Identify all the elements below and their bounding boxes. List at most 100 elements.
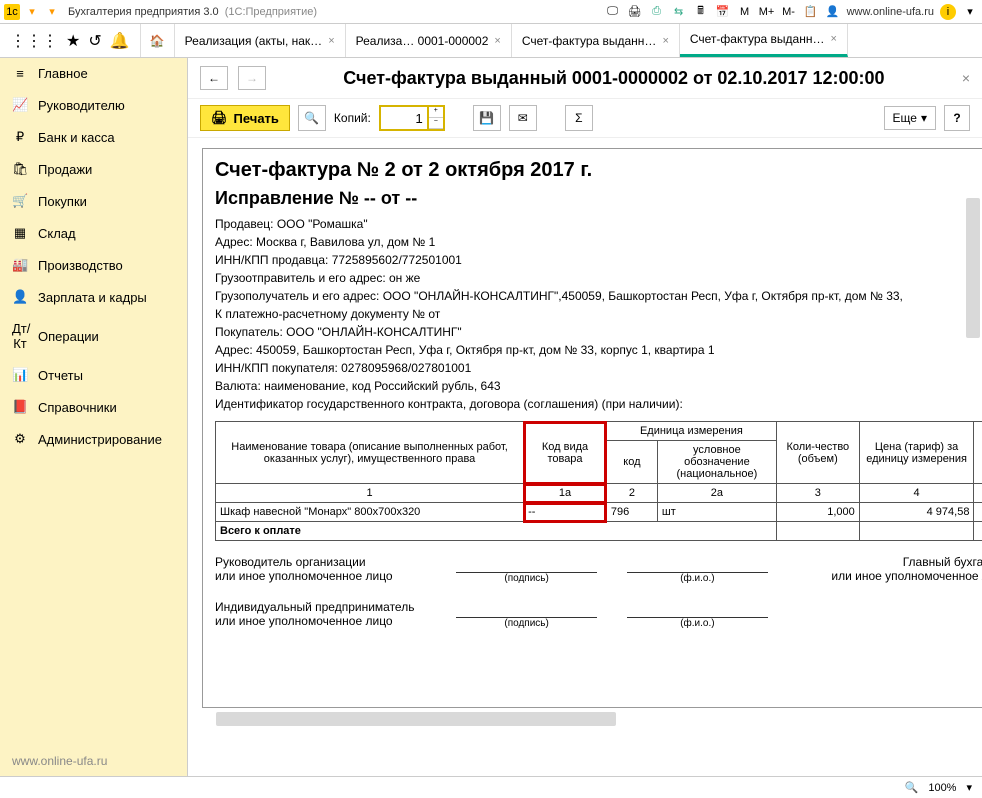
forward-button[interactable]: →	[238, 66, 266, 90]
signature-block: Руководитель организацииили иное уполном…	[215, 555, 982, 629]
print-icon[interactable]: 🖨	[627, 4, 643, 20]
doc-title: Счет-фактура выданный 0001-0000002 от 02…	[276, 68, 952, 89]
doc-line: Грузоотправитель и его адрес: он же	[215, 269, 982, 287]
cell-blank	[974, 503, 982, 522]
save-icon[interactable]: ⎙	[649, 4, 665, 20]
sidebar-item[interactable]: 🏭Производство	[0, 249, 187, 281]
sig-line	[456, 559, 597, 573]
fio-line2	[627, 604, 768, 618]
mminus-icon[interactable]: M-	[781, 4, 797, 20]
app-logo-icon: 1c	[4, 4, 20, 20]
star-icon[interactable]: ★	[66, 31, 80, 51]
zoom-dropdown-icon[interactable]: ▾	[966, 781, 972, 794]
sig-line2	[456, 604, 597, 618]
sidebar: ≡Главное📈Руководителю₽Банк и касса 🛍 Прода…	[0, 58, 188, 776]
sidebar-label: Операции	[38, 329, 99, 344]
sidebar-item[interactable]: ≡Главное	[0, 58, 187, 89]
user-icon[interactable]: 👤	[825, 4, 841, 20]
total-label: Всего к оплате	[216, 522, 777, 541]
compare-icon[interactable]: ⇆	[671, 4, 687, 20]
table-row: Шкаф навесной "Монарх" 800x700x320 -- 79…	[216, 503, 982, 522]
invoice-heading: Счет-фактура № 2 от 2 октября 2017 г.	[215, 159, 982, 182]
printer-icon: 🖨	[211, 110, 228, 126]
bell-icon[interactable]: 🔔	[110, 31, 130, 51]
sidebar-label: Руководителю	[38, 98, 125, 113]
sidebar-item[interactable]: ₽Банк и касса	[0, 121, 187, 153]
colnum-2: 2	[606, 484, 657, 503]
close-doc-button[interactable]: ×	[962, 70, 970, 86]
fio-sub2: (ф.и.о.)	[627, 618, 768, 629]
help-button[interactable]: ?	[944, 105, 970, 131]
more-button[interactable]: Еще▾	[884, 106, 936, 130]
sidebar-label: Зарплата и кадры	[38, 290, 147, 305]
preview-icon[interactable]: 🖵	[605, 4, 621, 20]
tab-close-icon[interactable]: ×	[494, 35, 500, 47]
tab[interactable]: Реализа… 0001-000002 ×	[346, 24, 512, 57]
th-unitcode: код	[606, 441, 657, 484]
calendar-icon[interactable]: 📅	[715, 4, 731, 20]
print-button[interactable]: 🖨 Печать	[200, 105, 290, 131]
tab-close-icon[interactable]: ×	[662, 35, 668, 47]
sidebar-item[interactable]: ⚙Администрирование	[0, 423, 187, 455]
info-icon[interactable]: i	[940, 4, 956, 20]
tab-label: Счет-фактура выданн…	[690, 32, 825, 46]
copies-input[interactable]	[379, 105, 429, 131]
sidebar-item[interactable]: 🛍 Продажи	[0, 153, 187, 185]
info-dropdown-icon[interactable]: ▾	[962, 4, 978, 20]
sidebar-item[interactable]: Дт/КтОперации	[0, 313, 187, 359]
sidebar-label: Банк и касса	[38, 130, 115, 145]
sidebar-icon: 👤	[12, 289, 28, 305]
sidebar-label: Справочники	[38, 400, 117, 415]
colnum-3: 3	[776, 484, 859, 503]
sidebar-item[interactable]: ▦Склад	[0, 217, 187, 249]
home-button[interactable]: 🏠	[141, 24, 175, 57]
tab[interactable]: Счет-фактура выданн…×	[512, 24, 680, 57]
apps-icon[interactable]: ⋮⋮⋮	[10, 31, 58, 51]
sidebar-icon: 📊	[12, 367, 28, 383]
colnum-1a: 1а	[524, 484, 607, 503]
preview-button[interactable]: 🔍	[298, 105, 326, 131]
dropdown2-icon[interactable]: ▾	[44, 4, 60, 20]
th-unitname: условное обозначение (национальное)	[657, 441, 776, 484]
doc-line: Продавец: ООО "Ромашка"	[215, 215, 982, 233]
url-label[interactable]: www.online-ufa.ru	[847, 6, 934, 18]
tab[interactable]: Счет-фактура выданн… ×	[680, 24, 848, 57]
mplus-icon[interactable]: M+	[759, 4, 775, 20]
horizontal-scrollbar[interactable]	[216, 712, 616, 726]
total-row: Всего к оплате	[216, 522, 982, 541]
sidebar-item[interactable]: 🛒Покупки	[0, 185, 187, 217]
fio-line	[627, 559, 768, 573]
sidebar-icon: 🛍	[12, 161, 28, 177]
cell-unitname: шт	[657, 503, 776, 522]
clipboard-icon[interactable]: 📋	[803, 4, 819, 20]
vertical-scrollbar[interactable]	[966, 198, 980, 338]
copies-spinner[interactable]: +−	[429, 105, 445, 131]
sum-button[interactable]: Σ	[565, 105, 593, 131]
calc-icon[interactable]: 🖩	[693, 4, 709, 20]
tab-close-icon[interactable]: ×	[328, 35, 334, 47]
sidebar-item[interactable]: 📈Руководителю	[0, 89, 187, 121]
sidebar-icon: 📕	[12, 399, 28, 415]
th-price: Цена (тариф) за единицу измерения	[859, 422, 974, 484]
sys-icons: ⋮⋮⋮ ★ ↺ 🔔	[0, 24, 141, 57]
save-button[interactable]: 💾	[473, 105, 501, 131]
correction-heading: Исправление № -- от --	[215, 188, 982, 209]
sidebar-label: Продажи	[38, 162, 92, 177]
doc-line: К платежно-расчетному документу № от	[215, 305, 982, 323]
email-button[interactable]: ✉	[509, 105, 537, 131]
sidebar-item[interactable]: 📊Отчеты	[0, 359, 187, 391]
tab-close-icon[interactable]: ×	[830, 33, 836, 45]
sidebar-icon: ⚙	[12, 431, 28, 447]
dropdown-icon[interactable]: ▾	[24, 4, 40, 20]
tab[interactable]: Реализация (акты, нак…×	[175, 24, 346, 57]
tab-label: Реализа… 0001-000002	[356, 34, 489, 48]
back-button[interactable]: ←	[200, 66, 228, 90]
history-icon[interactable]: ↺	[88, 31, 101, 51]
m-icon[interactable]: M	[737, 4, 753, 20]
zoom-icon[interactable]: 🔍	[905, 781, 919, 794]
titlebar-tools: 🖵 🖨 ⎙ ⇆ 🖩 📅 M M+ M- 📋 👤 www.online-ufa.r…	[605, 4, 978, 20]
sidebar-item[interactable]: 📕 Справочники	[0, 391, 187, 423]
cell-codekind: --	[524, 503, 607, 522]
sidebar-item[interactable]: 👤 Зарплата и кадры	[0, 281, 187, 313]
home-icon: 🏠	[150, 34, 165, 48]
